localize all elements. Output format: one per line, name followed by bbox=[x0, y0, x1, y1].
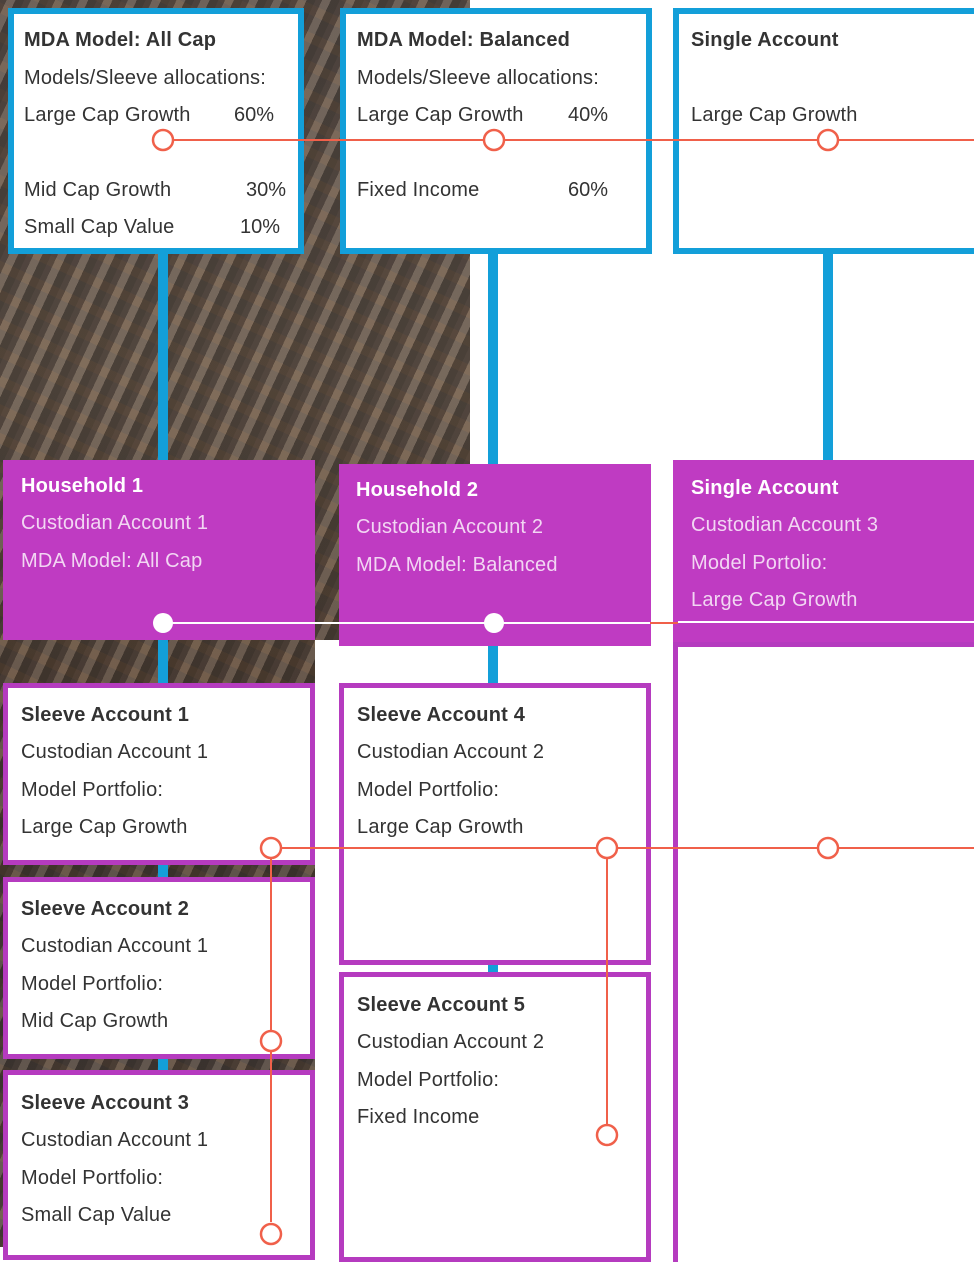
node-dot bbox=[484, 613, 504, 633]
node-circle bbox=[595, 1123, 619, 1147]
node-circle bbox=[816, 128, 840, 152]
node-circle bbox=[595, 836, 619, 860]
node-circle bbox=[151, 128, 175, 152]
node-circle bbox=[259, 1222, 283, 1246]
node-circle bbox=[259, 1029, 283, 1053]
node-circle bbox=[259, 836, 283, 860]
node-circle bbox=[482, 128, 506, 152]
node-dot bbox=[153, 613, 173, 633]
connector-overlay bbox=[151, 128, 974, 1246]
node-circle bbox=[816, 836, 840, 860]
